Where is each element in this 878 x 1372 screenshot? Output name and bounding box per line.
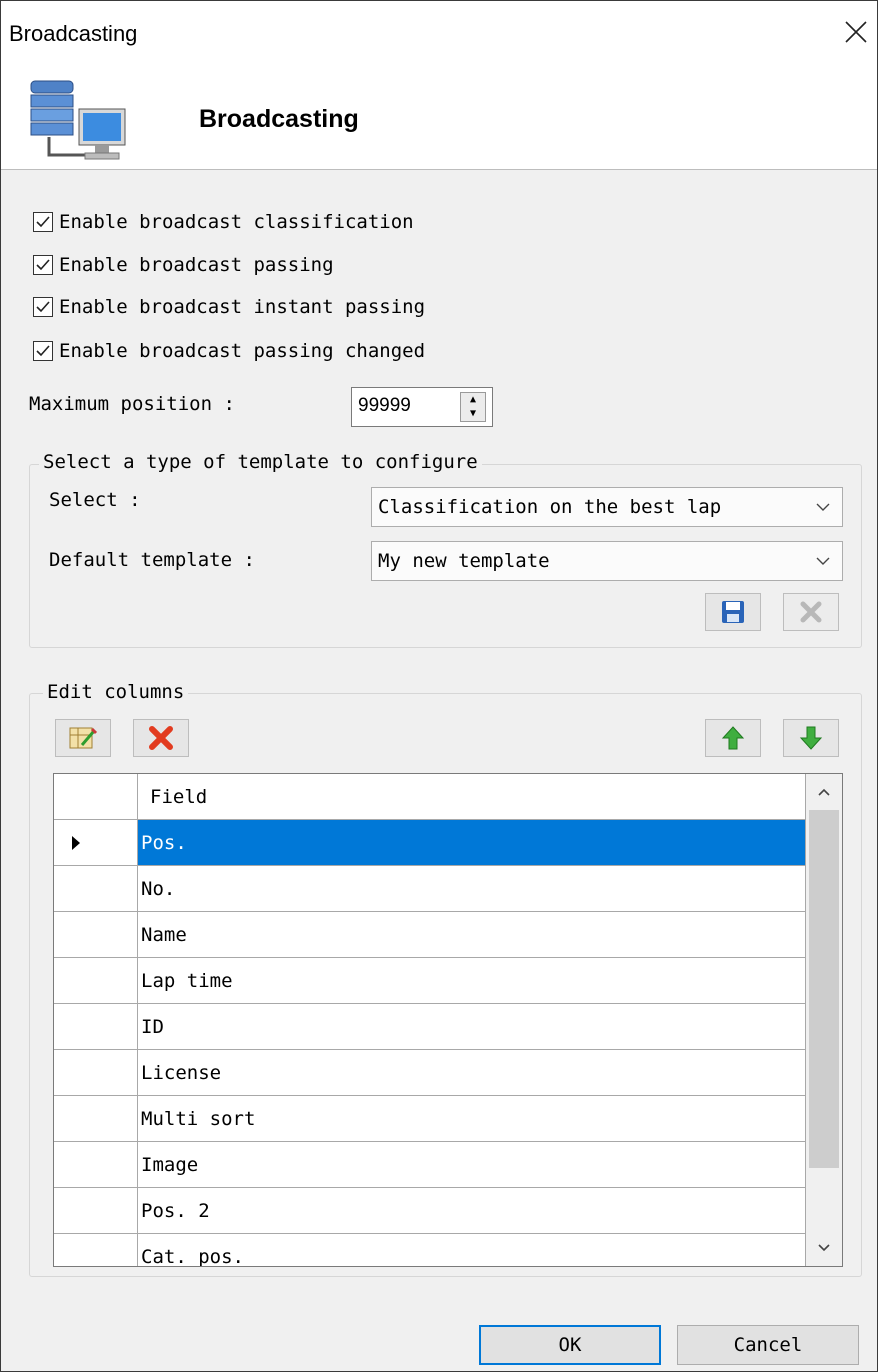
columns-group-legend: Edit columns	[43, 681, 189, 703]
close-icon[interactable]	[841, 17, 871, 47]
template-type-value: Classification on the best lap	[378, 496, 722, 518]
dialog-header: Broadcasting	[1, 65, 877, 170]
select-label: Select :	[49, 489, 141, 511]
columns-grid[interactable]: Field Pos. No. Name Lap time ID License	[53, 773, 843, 1267]
row-indicator	[54, 1096, 138, 1141]
cancel-button[interactable]: Cancel	[677, 1325, 859, 1365]
max-position-label: Maximum position :	[29, 393, 235, 415]
default-template-value: My new template	[378, 550, 550, 572]
field-cell[interactable]: Pos.	[138, 820, 806, 865]
row-indicator	[54, 958, 138, 1003]
enable-passing-changed-checkbox[interactable]: Enable broadcast passing changed	[33, 336, 425, 366]
title-bar: Broadcasting	[1, 1, 877, 65]
row-indicator	[54, 1188, 138, 1233]
arrow-up-icon	[721, 726, 745, 750]
scroll-up-icon[interactable]	[806, 774, 842, 810]
gray-x-icon	[800, 601, 822, 623]
field-cell[interactable]: Cat. pos.	[138, 1234, 806, 1266]
max-position-input[interactable]	[356, 394, 460, 418]
table-row[interactable]: License	[54, 1050, 806, 1096]
default-template-select[interactable]: My new template	[371, 541, 843, 581]
add-column-icon	[69, 727, 98, 749]
field-cell[interactable]: Image	[138, 1142, 806, 1187]
current-row-icon	[72, 836, 80, 850]
table-row[interactable]: Image	[54, 1142, 806, 1188]
field-cell[interactable]: Multi sort	[138, 1096, 806, 1141]
checkbox-label: Enable broadcast classification	[59, 211, 414, 233]
spinner-buttons[interactable]: ▲ ▼	[460, 392, 486, 422]
delete-template-button[interactable]	[783, 593, 839, 631]
add-column-button[interactable]	[55, 719, 111, 757]
arrow-down-icon	[799, 726, 823, 750]
enable-classification-checkbox[interactable]: Enable broadcast classification	[33, 207, 414, 237]
table-row[interactable]: ID	[54, 1004, 806, 1050]
grid-scrollbar[interactable]	[806, 774, 842, 1266]
table-row[interactable]: Pos.	[54, 820, 806, 866]
header-title: Broadcasting	[199, 105, 359, 133]
enable-instant-passing-checkbox[interactable]: Enable broadcast instant passing	[33, 292, 425, 322]
max-position-spinner[interactable]: ▲ ▼	[351, 387, 493, 427]
table-row[interactable]: Pos. 2	[54, 1188, 806, 1234]
row-indicator	[54, 820, 138, 865]
move-down-button[interactable]	[783, 719, 839, 757]
move-up-button[interactable]	[705, 719, 761, 757]
checkbox-label: Enable broadcast passing	[59, 254, 334, 276]
ok-button[interactable]: OK	[479, 1325, 661, 1365]
default-template-label: Default template :	[49, 549, 255, 571]
row-indicator	[54, 1050, 138, 1095]
delete-icon	[149, 726, 173, 750]
field-cell[interactable]: No.	[138, 866, 806, 911]
grid-header-row: Field	[54, 774, 806, 820]
field-cell[interactable]: Pos. 2	[138, 1188, 806, 1233]
broadcasting-dialog: Broadcasting Broadcasting Enable broadca…	[0, 0, 878, 1372]
chevron-down-icon	[816, 503, 830, 511]
field-cell[interactable]: Lap time	[138, 958, 806, 1003]
scroll-thumb[interactable]	[809, 810, 839, 1168]
checkbox-label: Enable broadcast instant passing	[59, 296, 426, 318]
table-row[interactable]: Multi sort	[54, 1096, 806, 1142]
delete-column-button[interactable]	[133, 719, 189, 757]
row-indicator	[54, 1234, 138, 1266]
chevron-down-icon	[816, 557, 830, 565]
table-row[interactable]: Lap time	[54, 958, 806, 1004]
grid-corner	[54, 774, 138, 819]
checkbox-box[interactable]	[33, 297, 53, 317]
save-template-button[interactable]	[705, 593, 761, 631]
server-computer-icon	[29, 79, 139, 165]
template-group-legend: Select a type of template to configure	[39, 451, 482, 473]
window-title: Broadcasting	[9, 21, 138, 46]
template-type-select[interactable]: Classification on the best lap	[371, 487, 843, 527]
field-cell[interactable]: Name	[138, 912, 806, 957]
table-row[interactable]: Cat. pos.	[54, 1234, 806, 1266]
field-cell[interactable]: License	[138, 1050, 806, 1095]
table-row[interactable]: No.	[54, 866, 806, 912]
row-indicator	[54, 912, 138, 957]
row-indicator	[54, 1142, 138, 1187]
field-column-header[interactable]: Field	[138, 774, 806, 819]
field-cell[interactable]: ID	[138, 1004, 806, 1049]
row-indicator	[54, 1004, 138, 1049]
checkbox-label: Enable broadcast passing changed	[59, 340, 426, 362]
spin-down-icon[interactable]: ▼	[461, 407, 485, 421]
checkbox-box[interactable]	[33, 255, 53, 275]
enable-passing-checkbox[interactable]: Enable broadcast passing	[33, 250, 334, 280]
checkbox-box[interactable]	[33, 212, 53, 232]
floppy-disk-icon	[722, 601, 744, 623]
checkbox-box[interactable]	[33, 341, 53, 361]
table-row[interactable]: Name	[54, 912, 806, 958]
row-indicator	[54, 866, 138, 911]
spin-up-icon[interactable]: ▲	[461, 393, 485, 407]
scroll-down-icon[interactable]	[806, 1230, 842, 1266]
